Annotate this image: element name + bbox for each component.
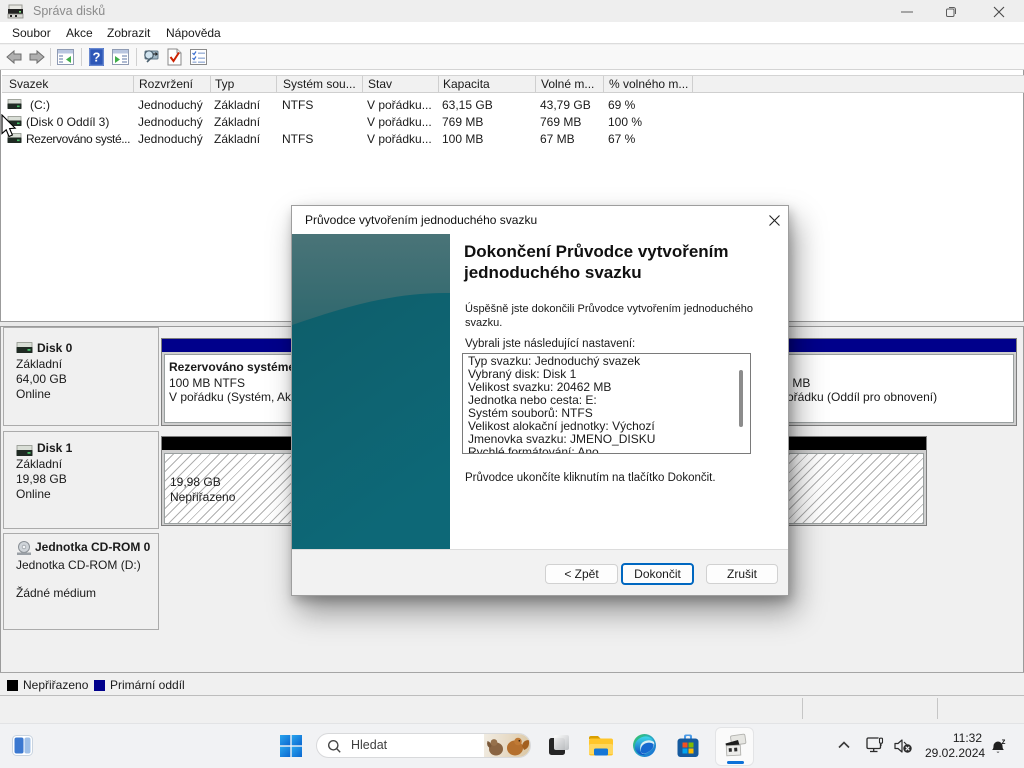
svg-text:?: ? bbox=[93, 50, 101, 65]
svg-text:z: z bbox=[1002, 737, 1006, 746]
